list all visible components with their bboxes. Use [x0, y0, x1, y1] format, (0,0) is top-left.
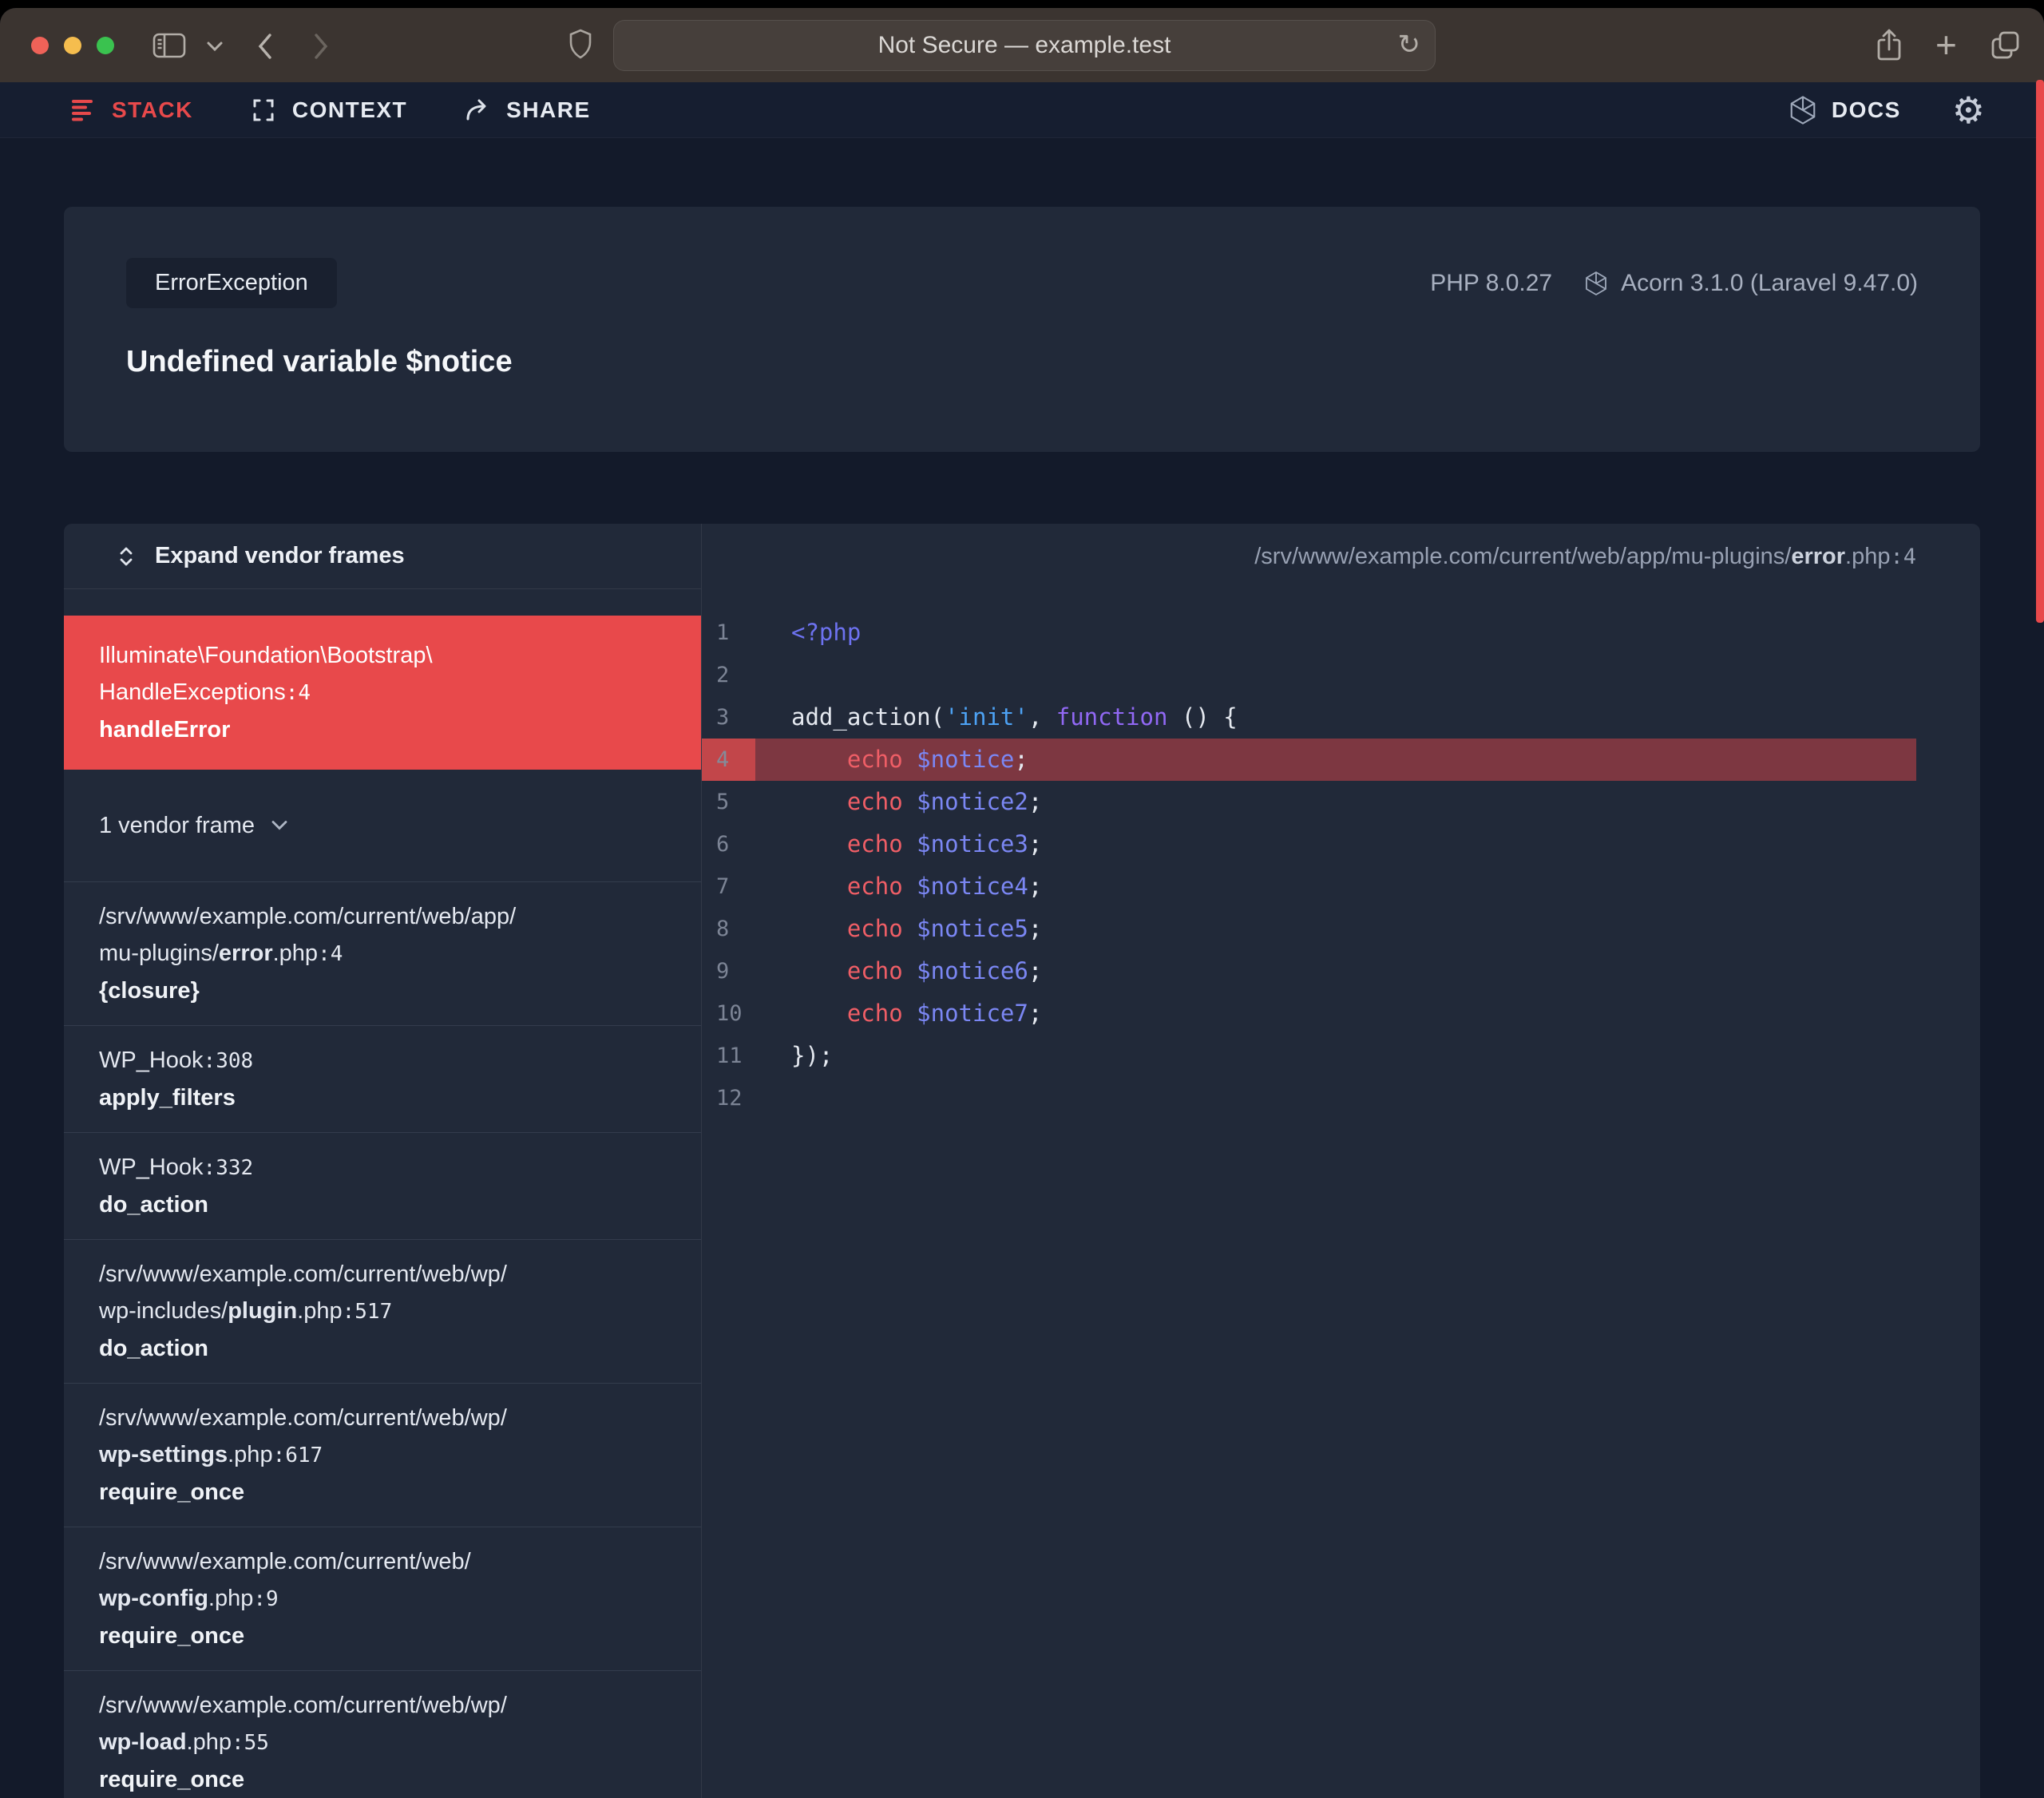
tab-share-label: SHARE	[506, 97, 591, 122]
tab-share[interactable]: SHARE	[465, 97, 591, 123]
expand-vendor-frames-label: Expand vendor frames	[155, 543, 405, 568]
code-line: 10 echo $notice7;	[702, 992, 1916, 1035]
framework-version: Acorn 3.1.0 (Laravel 9.47.0)	[1621, 269, 1918, 296]
stack-trace-card: Expand vendor frames /srv/www/example.co…	[64, 524, 1980, 1798]
unfold-icon	[117, 545, 136, 568]
stack-frame[interactable]: /srv/www/example.com/current/web/wp/wp-s…	[64, 1384, 701, 1527]
share-arrow-icon	[465, 98, 490, 122]
stack-frame[interactable]: WP_Hook:308 apply_filters	[64, 1026, 701, 1133]
code-line: 12	[702, 1077, 1916, 1119]
stack-frame[interactable]: /srv/www/example.com/current/web/app/mu-…	[64, 882, 701, 1026]
window-close-button[interactable]	[31, 37, 49, 54]
address-bar[interactable]: Not Secure — example.test ↻	[613, 20, 1436, 71]
line-number: 11	[716, 1044, 743, 1068]
browser-toolbar: Not Secure — example.test ↻ +	[0, 8, 2044, 82]
code-line: 5 echo $notice2;	[702, 781, 1916, 823]
code-line: 9 echo $notice6;	[702, 950, 1916, 992]
stack-frame[interactable]: /srv/www/example.com/current/web/wp/wp-i…	[64, 1240, 701, 1384]
line-number: 4	[702, 739, 755, 781]
code-line-highlighted: 4 echo $notice;	[702, 739, 1916, 781]
frame-method: handleError	[99, 717, 231, 743]
docs-label: DOCS	[1831, 97, 1901, 122]
frame-method: {closure}	[99, 978, 200, 1004]
exception-class-badge: ErrorException	[126, 258, 337, 308]
line-number: 1	[716, 620, 730, 645]
file-path-name: error	[1791, 543, 1846, 569]
exception-message: Undefined variable $notice	[126, 345, 513, 378]
code-line: 2	[702, 654, 1916, 696]
screenshot-stage: Not Secure — example.test ↻ + STACK CONT…	[0, 0, 2044, 1798]
line-number: 10	[716, 1001, 743, 1026]
tab-overview-icon[interactable]	[1990, 30, 2022, 61]
tab-stack[interactable]: STACK	[72, 97, 193, 123]
code-lines: 1 <?php 2 3 add_action('init', function () {…	[702, 612, 1916, 1119]
file-path-line: :4	[1890, 544, 1916, 569]
php-version: PHP 8.0.27	[1430, 269, 1553, 296]
environment-meta: PHP 8.0.27 Acorn 3.1.0 (Laravel 9.47.0)	[1430, 270, 1918, 297]
sidebar-toggle-icon[interactable]	[152, 31, 187, 60]
line-number: 5	[716, 790, 730, 814]
code-file-header: /srv/www/example.com/current/web/app/mu-…	[701, 524, 1980, 589]
ignition-navbar: STACK CONTEXT SHARE DOCS ⚙	[0, 82, 2044, 138]
frame-method: require_once	[99, 1767, 245, 1792]
laravel-logo-icon-small	[1584, 271, 1608, 296]
line-number: 8	[716, 917, 730, 941]
line-number: 3	[716, 705, 730, 730]
scrollbar-thumb[interactable]	[2036, 80, 2044, 623]
laravel-logo-icon	[1788, 95, 1817, 125]
tab-stack-label: STACK	[112, 97, 193, 122]
sidebar-chevron-icon[interactable]	[206, 41, 224, 52]
reload-icon[interactable]: ↻	[1398, 26, 1421, 64]
code-line: 11});	[702, 1035, 1916, 1077]
file-path-ext: .php	[1845, 543, 1891, 569]
back-button-icon[interactable]	[256, 30, 275, 62]
expand-vendor-frames-button[interactable]: Expand vendor frames	[64, 524, 701, 589]
exception-card: ErrorException PHP 8.0.27 Acorn 3.1.0 (L…	[64, 207, 1980, 452]
stack-frame[interactable]: WP_Hook:332 do_action	[64, 1133, 701, 1240]
new-tab-icon[interactable]: +	[1935, 26, 1957, 63]
code-line: 1 <?php	[702, 612, 1916, 654]
vendor-frames-label: 1 vendor frame	[99, 813, 256, 838]
share-page-icon[interactable]	[1875, 28, 1903, 63]
browser-window: Not Secure — example.test ↻ + STACK CONT…	[0, 8, 2044, 1798]
line-number: 9	[716, 959, 730, 984]
forward-button-icon[interactable]	[311, 30, 331, 62]
settings-gear-icon[interactable]: ⚙	[1952, 92, 1985, 129]
address-bar-text: Not Secure — example.test	[877, 32, 1171, 58]
chevron-down-icon	[271, 820, 288, 831]
frame-method: require_once	[99, 1479, 245, 1505]
stack-frames: Illuminate\Foundation\Bootstrap\ HandleEx…	[64, 589, 701, 1798]
code-line: 7 echo $notice4;	[702, 865, 1916, 908]
frame-method: require_once	[99, 1623, 245, 1649]
code-line: 6 echo $notice3;	[702, 823, 1916, 865]
stack-frame-active[interactable]: Illuminate\Foundation\Bootstrap\ HandleEx…	[64, 616, 701, 770]
code-line: 3 add_action('init', function () {	[702, 696, 1916, 739]
window-minimize-button[interactable]	[64, 37, 81, 54]
line-number: 7	[716, 874, 730, 899]
context-icon	[251, 97, 276, 123]
navbar-right: DOCS ⚙	[1788, 92, 1985, 129]
line-number: 12	[716, 1086, 743, 1111]
stack-icon	[72, 99, 96, 121]
code-panel: 1 <?php 2 3 add_action('init', function () {…	[701, 589, 1980, 1798]
frame-method: do_action	[99, 1336, 208, 1361]
stack-frame[interactable]: /srv/www/example.com/current/web/wp-conf…	[64, 1527, 701, 1671]
frame-method: do_action	[99, 1192, 208, 1218]
window-zoom-button[interactable]	[97, 37, 114, 54]
vendor-frames-toggle[interactable]: 1 vendor frame	[64, 770, 701, 882]
line-number: 2	[716, 663, 730, 687]
frame-method: apply_filters	[99, 1085, 236, 1111]
file-path-prefix: /srv/www/example.com/current/web/app/mu-…	[1254, 543, 1792, 569]
tab-context-label: CONTEXT	[291, 97, 408, 122]
tab-context[interactable]: CONTEXT	[251, 97, 407, 123]
code-line: 8 echo $notice5;	[702, 908, 1916, 950]
docs-link[interactable]: DOCS	[1788, 95, 1901, 125]
line-number: 6	[716, 832, 730, 857]
privacy-shield-icon[interactable]	[568, 29, 592, 61]
stack-frame[interactable]: /srv/www/example.com/current/web/wp/wp-l…	[64, 1671, 701, 1798]
